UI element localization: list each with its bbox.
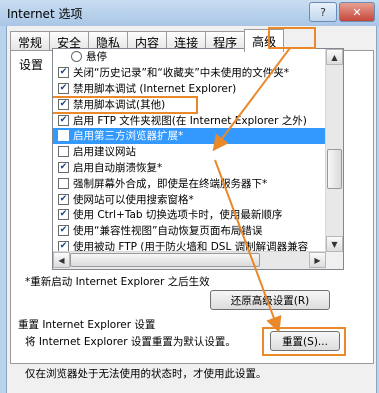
list-item-third-party-extensions[interactable]: 启用第三方浏览器扩展* <box>53 127 325 144</box>
list-item[interactable]: ✔ 启用自动崩溃恢复* <box>53 160 325 176</box>
vertical-scroll-thumb[interactable] <box>327 149 342 189</box>
close-button[interactable]: ✕ <box>339 2 375 22</box>
settings-items: 悬停 ✔ 关闭“历史记录”和“收藏夹”中未使用的文件夹* ✔ 禁用脚本调试 (Int… <box>53 49 325 254</box>
checkbox[interactable]: ✔ <box>58 225 69 237</box>
settings-list[interactable]: 悬停 ✔ 关闭“历史记录”和“收藏夹”中未使用的文件夹* ✔ 禁用脚本调试 (Int… <box>52 48 344 270</box>
checkbox[interactable]: ✔ <box>58 82 69 94</box>
checkbox[interactable] <box>58 177 69 189</box>
selected-item-highlight <box>53 96 198 115</box>
vertical-scrollbar[interactable]: ▲ ▼ <box>325 49 343 252</box>
list-item[interactable]: ✔ 使用 Ctrl+Tab 切换选项卡时，使用最新顺序 <box>53 207 325 223</box>
restore-advanced-settings-button[interactable]: 还原高级设置(R) <box>210 290 330 310</box>
window-title: Internet 选项 <box>7 7 83 21</box>
scroll-left-icon[interactable]: ◀ <box>53 252 70 268</box>
list-item[interactable]: ✔ 禁用脚本调试 (Internet Explorer) <box>53 81 325 97</box>
checkbox[interactable]: ✔ <box>58 67 69 79</box>
checkbox[interactable]: ✔ <box>58 193 69 205</box>
window-controls: ? ✕ <box>309 2 375 22</box>
reset-description: 将 Internet Explorer 设置重置为默认设置。 <box>25 336 236 348</box>
settings-group-label: 设置 <box>19 58 44 72</box>
list-item[interactable]: ✔ 关闭“历史记录”和“收藏夹”中未使用的文件夹* <box>53 65 325 81</box>
tab-general[interactable]: 常规 <box>10 31 51 52</box>
help-button[interactable]: ? <box>309 2 337 22</box>
list-item[interactable]: ✔ 启用 FTP 文件夹视图(在 Internet Explorer 之外) <box>53 112 325 128</box>
scrollbar-corner <box>326 252 343 269</box>
scroll-up-icon[interactable]: ▲ <box>326 49 343 65</box>
horizontal-scrollbar[interactable]: ◀ ▶ <box>53 251 326 269</box>
reset-note: 仅在浏览器处于无法使用的状态时，才使用此设置。 <box>25 368 267 380</box>
list-item[interactable]: ✔ 使网站可以使用搜索窗格* <box>53 191 325 207</box>
tab-advanced-highlight <box>268 27 316 49</box>
checkbox[interactable] <box>58 130 69 142</box>
scroll-right-icon[interactable]: ▶ <box>309 252 326 268</box>
horizontal-scroll-thumb[interactable] <box>70 253 260 267</box>
checkbox[interactable]: ✔ <box>58 209 69 221</box>
reset-section-title: 重置 Internet Explorer 设置 <box>18 319 156 331</box>
scroll-down-icon[interactable]: ▼ <box>326 236 343 252</box>
title-bar: Internet 选项 ? ✕ <box>0 0 379 26</box>
list-item[interactable]: 强制屏幕外合成，即使是在终端服务器下* <box>53 175 325 191</box>
list-item[interactable]: 悬停 <box>53 49 325 65</box>
checkbox[interactable]: ✔ <box>58 161 69 173</box>
checkbox[interactable]: ✔ <box>58 114 69 126</box>
radio-button[interactable] <box>71 51 82 63</box>
restart-note: *重新启动 Internet Explorer 之后生效 <box>25 276 210 288</box>
reset-button-highlight <box>262 327 346 356</box>
list-item[interactable]: 启用建议网站 <box>53 144 325 160</box>
list-item[interactable]: ✔ 使用“兼容性视图”自动恢复页面布局错误 <box>53 223 325 239</box>
checkbox[interactable] <box>58 146 69 158</box>
